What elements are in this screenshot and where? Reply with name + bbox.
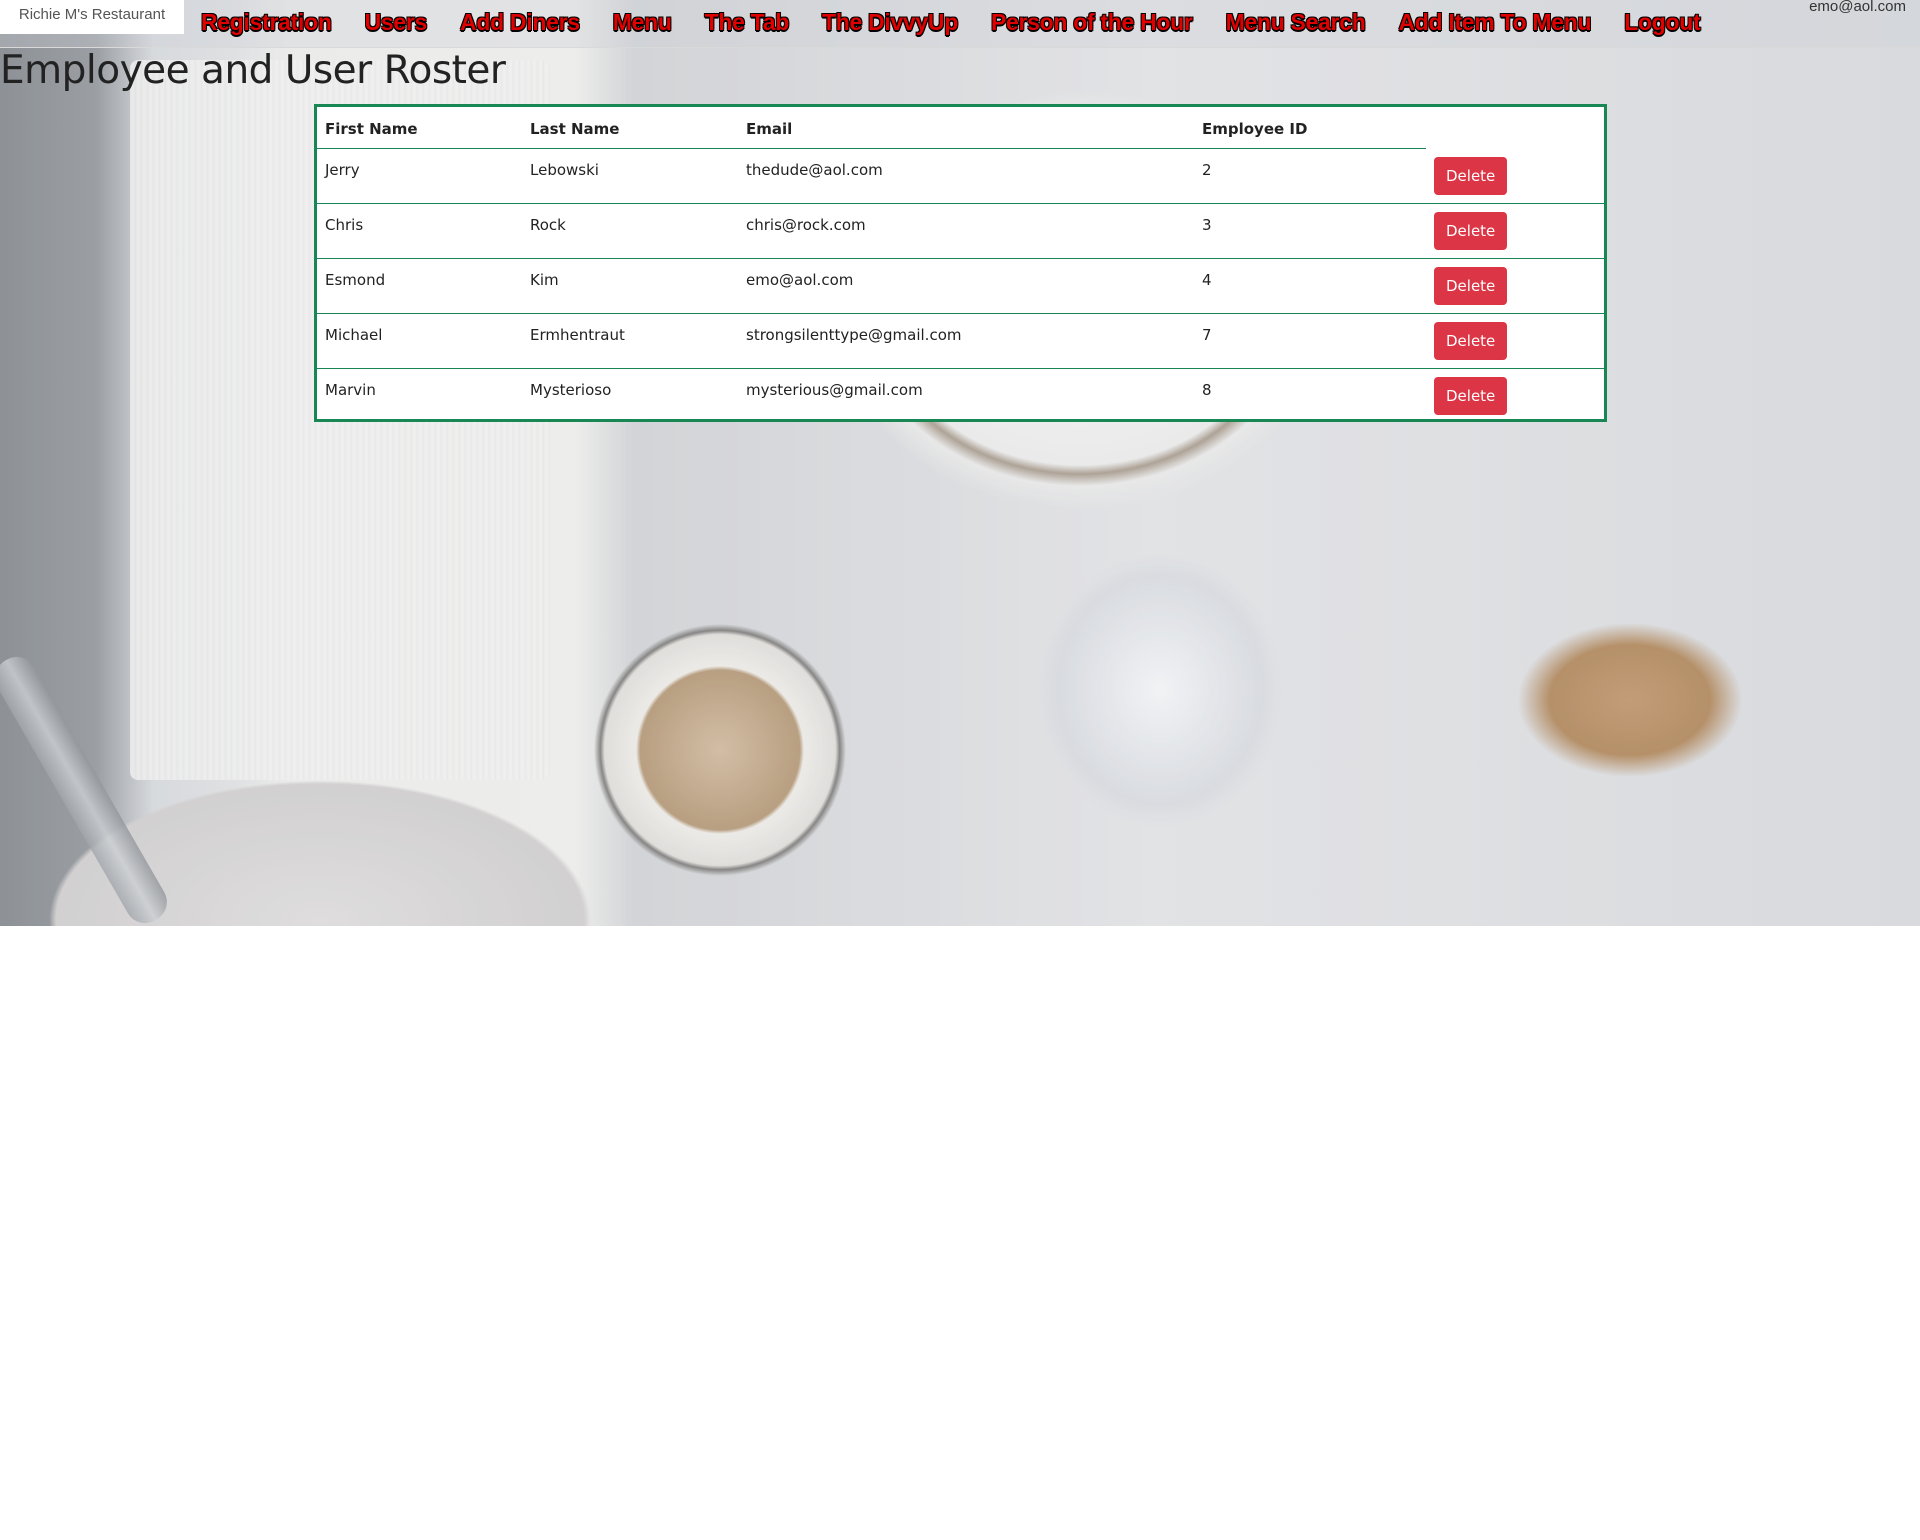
- cell-first-name: Michael: [317, 313, 522, 369]
- table-row: Jerry Lebowski thedude@aol.com 2 Delete: [317, 148, 1604, 204]
- roster-table-container: First Name Last Name Email Employee ID J…: [314, 104, 1607, 422]
- cell-first-name: Chris: [317, 203, 522, 259]
- cell-last-name: Ermhentraut: [522, 313, 738, 369]
- cell-email: strongsilenttype@gmail.com: [738, 313, 1194, 369]
- nav-link-person-of-the-hour[interactable]: Person of the Hour: [991, 9, 1193, 36]
- nav-link-users[interactable]: Users: [365, 9, 428, 36]
- delete-button[interactable]: Delete: [1434, 156, 1508, 195]
- spoon-image: [0, 649, 175, 926]
- cell-actions: Delete: [1426, 148, 1604, 204]
- cell-employee-id: 4: [1194, 258, 1426, 314]
- nav-link-the-tab[interactable]: The Tab: [705, 9, 790, 36]
- table-header-row: First Name Last Name Email Employee ID: [317, 107, 1604, 149]
- cell-email: chris@rock.com: [738, 203, 1194, 259]
- column-header-email: Email: [738, 107, 1194, 149]
- cell-employee-id: 2: [1194, 148, 1426, 204]
- table-row: Marvin Mysterioso mysterious@gmail.com 8…: [317, 369, 1604, 424]
- cell-first-name: Esmond: [317, 258, 522, 314]
- page-title: Employee and User Roster: [0, 48, 506, 93]
- cell-first-name: Marvin: [325, 381, 376, 399]
- roster-table: First Name Last Name Email Employee ID J…: [317, 107, 1604, 423]
- cell-last-name: Rock: [522, 203, 738, 259]
- nav-link-menu-search[interactable]: Menu Search: [1226, 9, 1366, 36]
- column-header-last-name: Last Name: [522, 107, 738, 149]
- nav-link-menu[interactable]: Menu: [613, 9, 672, 36]
- cell-first-name: Jerry: [317, 148, 522, 204]
- delete-button[interactable]: Delete: [1434, 212, 1508, 250]
- cell-email: mysterious@gmail.com: [746, 381, 923, 399]
- nav-links: Registration Users Add Diners Menu The T…: [184, 0, 1716, 44]
- cell-employee-id: 7: [1194, 313, 1426, 369]
- column-header-actions: [1426, 107, 1604, 149]
- cell-actions: Delete: [1426, 258, 1604, 314]
- cell-last-name: Kim: [522, 258, 738, 314]
- column-header-first-name: First Name: [317, 107, 522, 149]
- cell-employee-id: 3: [1194, 203, 1426, 259]
- column-header-employee-id: Employee ID: [1194, 107, 1426, 149]
- delete-button[interactable]: Delete: [1434, 322, 1508, 360]
- table-row: Chris Rock chris@rock.com 3 Delete: [317, 203, 1604, 259]
- cell-email: thedude@aol.com: [738, 148, 1194, 204]
- nav-link-add-diners[interactable]: Add Diners: [460, 9, 580, 36]
- cell-actions: Delete: [1426, 369, 1604, 424]
- cell-last-name: Mysterioso: [530, 381, 612, 399]
- cell-actions: Delete: [1426, 203, 1604, 259]
- delete-button[interactable]: Delete: [1434, 377, 1508, 415]
- cell-employee-id: 8: [1202, 381, 1212, 399]
- nav-link-logout[interactable]: Logout: [1624, 9, 1700, 36]
- table-row: Esmond Kim emo@aol.com 4 Delete: [317, 258, 1604, 314]
- cell-actions: Delete: [1426, 313, 1604, 369]
- user-email: emo@aol.com: [1809, 0, 1906, 15]
- delete-button[interactable]: Delete: [1434, 267, 1508, 305]
- navbar: Richie M's Restaurant Registration Users…: [0, 0, 1920, 48]
- brand-link[interactable]: Richie M's Restaurant: [0, 0, 184, 34]
- cell-last-name: Lebowski: [522, 148, 738, 204]
- nav-link-add-item-to-menu[interactable]: Add Item To Menu: [1398, 9, 1591, 36]
- cell-email: emo@aol.com: [738, 258, 1194, 314]
- table-row: Michael Ermhentraut strongsilenttype@gma…: [317, 313, 1604, 369]
- nav-link-registration[interactable]: Registration: [201, 9, 332, 36]
- nav-link-the-divvyup[interactable]: The DivvyUp: [822, 9, 958, 36]
